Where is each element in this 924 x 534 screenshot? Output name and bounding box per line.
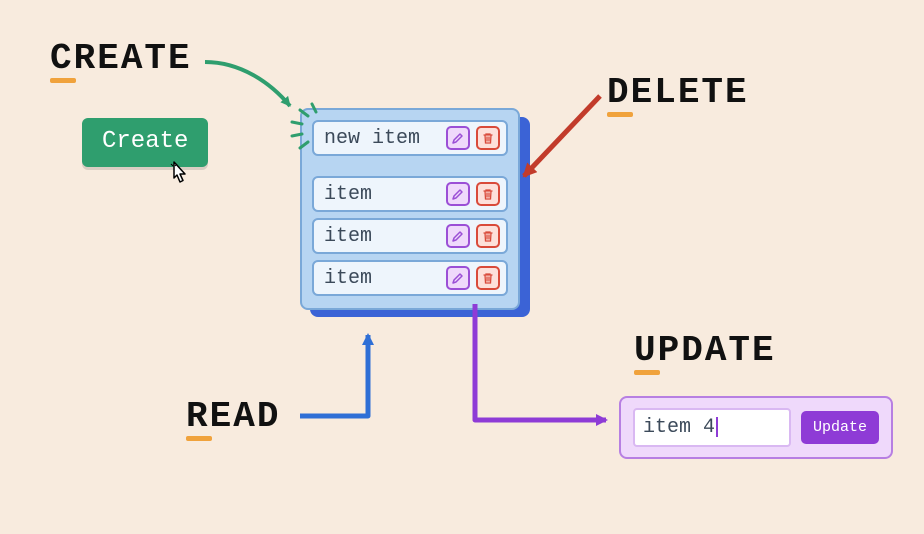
list-row: item (312, 218, 508, 254)
list-panel: new item item item item (300, 108, 520, 310)
update-label: UPDATE (634, 330, 776, 371)
update-label-rest: PDATE (658, 330, 776, 371)
create-label-rest: REATE (74, 38, 192, 79)
delete-label: DELETE (607, 72, 749, 113)
list-row: item (312, 176, 508, 212)
delete-button[interactable] (476, 224, 500, 248)
delete-arrow (524, 96, 600, 176)
list-row-label: item (324, 183, 440, 206)
trash-icon (482, 188, 494, 200)
read-arrow (300, 335, 368, 416)
update-button-label: Update (813, 419, 867, 436)
text-caret (716, 417, 718, 437)
update-label-first: U (634, 330, 658, 371)
trash-icon (482, 230, 494, 242)
update-input-value: item 4 (643, 416, 715, 439)
create-button[interactable]: Create (82, 118, 208, 167)
list-row-label: item (324, 225, 440, 248)
read-label-rest: EAD (210, 396, 281, 437)
pencil-icon (452, 132, 464, 144)
delete-button[interactable] (476, 126, 500, 150)
trash-icon (482, 132, 494, 144)
create-arrow (205, 62, 290, 106)
edit-button[interactable] (446, 126, 470, 150)
list-row-label: new item (324, 127, 440, 150)
delete-button[interactable] (476, 182, 500, 206)
read-label-first: R (186, 396, 210, 437)
delete-label-rest: ELETE (631, 72, 749, 113)
update-input[interactable]: item 4 (633, 408, 791, 447)
edit-button[interactable] (446, 266, 470, 290)
read-label: READ (186, 396, 280, 437)
trash-icon (482, 272, 494, 284)
create-button-label: Create (102, 128, 188, 155)
delete-button[interactable] (476, 266, 500, 290)
edit-button[interactable] (446, 182, 470, 206)
edit-button[interactable] (446, 224, 470, 248)
create-label: CREATE (50, 38, 192, 79)
delete-label-first: D (607, 72, 631, 113)
update-form: item 4 Update (619, 396, 893, 459)
list-row: item (312, 260, 508, 296)
update-button[interactable]: Update (801, 411, 879, 444)
update-arrow (475, 304, 606, 420)
pencil-icon (452, 272, 464, 284)
create-label-first: C (50, 38, 74, 79)
list-row-new: new item (312, 120, 508, 156)
list-row-label: item (324, 267, 440, 290)
pencil-icon (452, 230, 464, 242)
pencil-icon (452, 188, 464, 200)
